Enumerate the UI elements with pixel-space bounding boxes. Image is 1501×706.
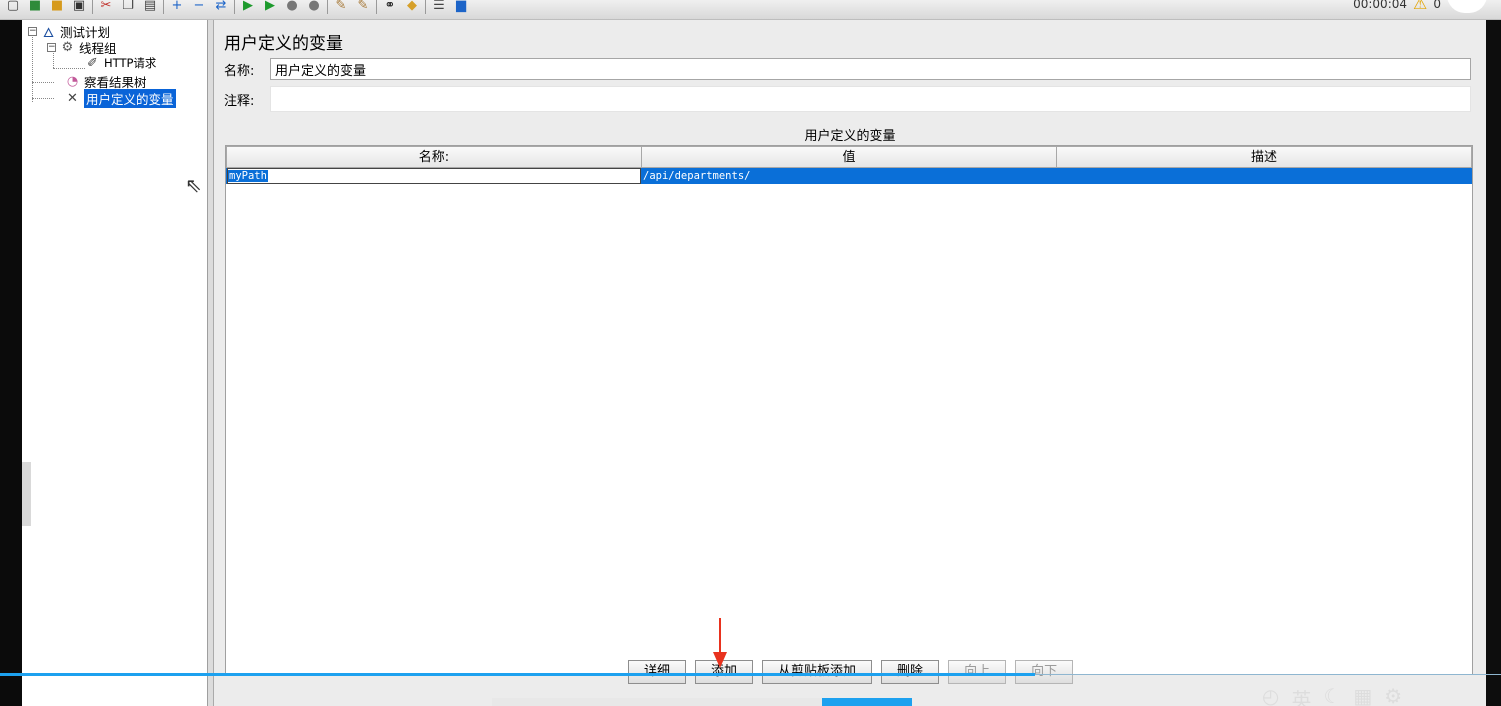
config-variables-icon: ✕ <box>67 91 78 106</box>
speedometer-icon[interactable]: ◴ <box>1262 684 1279 706</box>
reset-search-icon[interactable]: ◆ <box>403 0 421 15</box>
horizontal-scrollbar-thumb[interactable] <box>822 698 912 706</box>
cell-name-editor[interactable]: myPath <box>227 168 641 184</box>
tree-item-label: 用户定义的变量 <box>84 89 176 108</box>
thread-group-icon: ⚙ <box>61 40 74 55</box>
templates-icon[interactable]: ■ <box>26 0 44 15</box>
comment-label: 注释: <box>224 93 255 109</box>
clear-icon[interactable]: ✎ <box>332 0 350 15</box>
gear-icon[interactable]: ⚙ <box>1384 684 1402 706</box>
toolbar-separator <box>425 0 426 14</box>
tree-connector <box>32 82 54 83</box>
table-caption: 用户定义的变量 <box>804 129 896 144</box>
warning-count: 0 <box>1433 0 1441 11</box>
toggle-icon[interactable]: ⇄ <box>212 0 230 15</box>
start-icon[interactable]: ▶ <box>239 0 257 15</box>
toolbar-separator <box>327 0 328 14</box>
toolbar-separator <box>234 0 235 14</box>
save-icon[interactable]: ▣ <box>70 0 88 15</box>
detail-button[interactable]: 详细 <box>628 660 687 684</box>
keyboard-icon[interactable]: ▦ <box>1353 684 1372 706</box>
column-header-value[interactable]: 值 <box>642 146 1057 168</box>
clear-all-icon[interactable]: ✎ <box>354 0 372 15</box>
name-label: 名称: <box>224 63 255 79</box>
add-from-clipboard-button[interactable]: 从剪贴板添加 <box>762 660 873 684</box>
name-row: 名称: <box>224 58 1471 80</box>
toolbar-separator <box>163 0 164 14</box>
tree-connector <box>53 68 85 69</box>
moon-icon[interactable]: ☾ <box>1323 684 1341 706</box>
cell-value[interactable]: /api/departments/ <box>641 168 1056 184</box>
name-field[interactable] <box>270 58 1471 80</box>
cut-icon[interactable]: ✂ <box>97 0 115 15</box>
shutdown-icon[interactable]: ● <box>305 0 323 15</box>
collapse-toggle-icon[interactable]: − <box>28 27 37 36</box>
delete-button[interactable]: 删除 <box>881 660 940 684</box>
right-edge <box>1486 20 1501 706</box>
mouse-cursor-icon: ⇖ <box>185 173 202 197</box>
table-actions: 详细 添加 从剪贴板添加 删除 向上 向下 <box>628 660 1074 684</box>
elapsed-timer: 00:00:04 <box>1353 0 1408 11</box>
collapse-icon[interactable]: − <box>190 0 208 15</box>
new-icon[interactable]: ▢ <box>4 0 22 15</box>
start-no-pause-icon[interactable]: ▶ <box>261 0 279 15</box>
tree-item-user-defined-variables[interactable]: ✕ 用户定义的变量 <box>64 89 176 108</box>
column-header-name[interactable]: 名称: <box>226 146 642 168</box>
annotation-arrow-icon <box>713 618 727 668</box>
toolbar-separator <box>92 0 93 14</box>
help-icon[interactable]: ▆ <box>452 0 470 15</box>
results-tree-icon: ◔ <box>66 74 79 89</box>
warning-icon[interactable]: ⚠ <box>1413 0 1427 13</box>
http-sampler-icon: ✐ <box>87 55 98 71</box>
toolbar: ▢ ■ ■ ▣ ✂ ❐ ▤ + − ⇄ ▶ ▶ ● ● ✎ ✎ ⚭ ◆ ☰ ▆ … <box>0 0 1501 20</box>
horizontal-scrollbar-track[interactable] <box>492 698 822 706</box>
page-title: 用户定义的变量 <box>224 34 343 54</box>
input-method-icon[interactable]: 英 <box>1291 684 1311 706</box>
collapsed-side-tab[interactable] <box>22 462 31 526</box>
function-helper-icon[interactable]: ☰ <box>430 0 448 15</box>
search-icon[interactable]: ⚭ <box>381 0 399 15</box>
comment-field[interactable] <box>270 86 1471 112</box>
table-header: 名称: 值 描述 <box>226 146 1472 168</box>
move-up-button[interactable]: 向上 <box>948 660 1007 684</box>
copy-icon[interactable]: ❐ <box>119 0 137 15</box>
stop-icon[interactable]: ● <box>283 0 301 15</box>
tree-item-http-request[interactable]: ✐ HTTP请求 <box>84 55 156 71</box>
tree-item-label: HTTP请求 <box>104 56 157 70</box>
system-tray: ◴ 英 ☾ ▦ ⚙ <box>1262 684 1402 706</box>
paste-icon[interactable]: ▤ <box>141 0 159 15</box>
tree-connector <box>32 32 33 102</box>
left-edge <box>0 20 22 706</box>
toolbar-separator <box>376 0 377 14</box>
status-area: 00:00:04 ⚠ 0 <box>1353 0 1487 13</box>
video-progress-bar[interactable] <box>0 673 1035 676</box>
expand-icon[interactable]: + <box>168 0 186 15</box>
column-header-description[interactable]: 描述 <box>1057 146 1472 168</box>
config-panel: 用户定义的变量 名称: 注释: 用户定义的变量 名称: 值 描述 myPath … <box>214 20 1486 706</box>
cell-description[interactable] <box>1056 168 1472 184</box>
video-progress-track[interactable] <box>1035 674 1501 675</box>
collapse-toggle-icon[interactable]: − <box>47 43 56 52</box>
comment-row: 注释: <box>224 86 1471 112</box>
table-row[interactable]: myPath /api/departments/ <box>226 168 1472 184</box>
test-plan-tree: − 🜂 测试计划 − ⚙ 线程组 ✐ HTTP请求 ◔ 察看结果树 ✕ 用户定义… <box>22 20 208 706</box>
tree-connector <box>32 98 54 99</box>
move-down-button[interactable]: 向下 <box>1015 660 1074 684</box>
open-icon[interactable]: ■ <box>48 0 66 15</box>
cell-name-text: myPath <box>228 170 268 182</box>
variables-table: 名称: 值 描述 myPath /api/departments/ <box>225 145 1473 675</box>
overlay-avatar <box>1447 0 1487 13</box>
